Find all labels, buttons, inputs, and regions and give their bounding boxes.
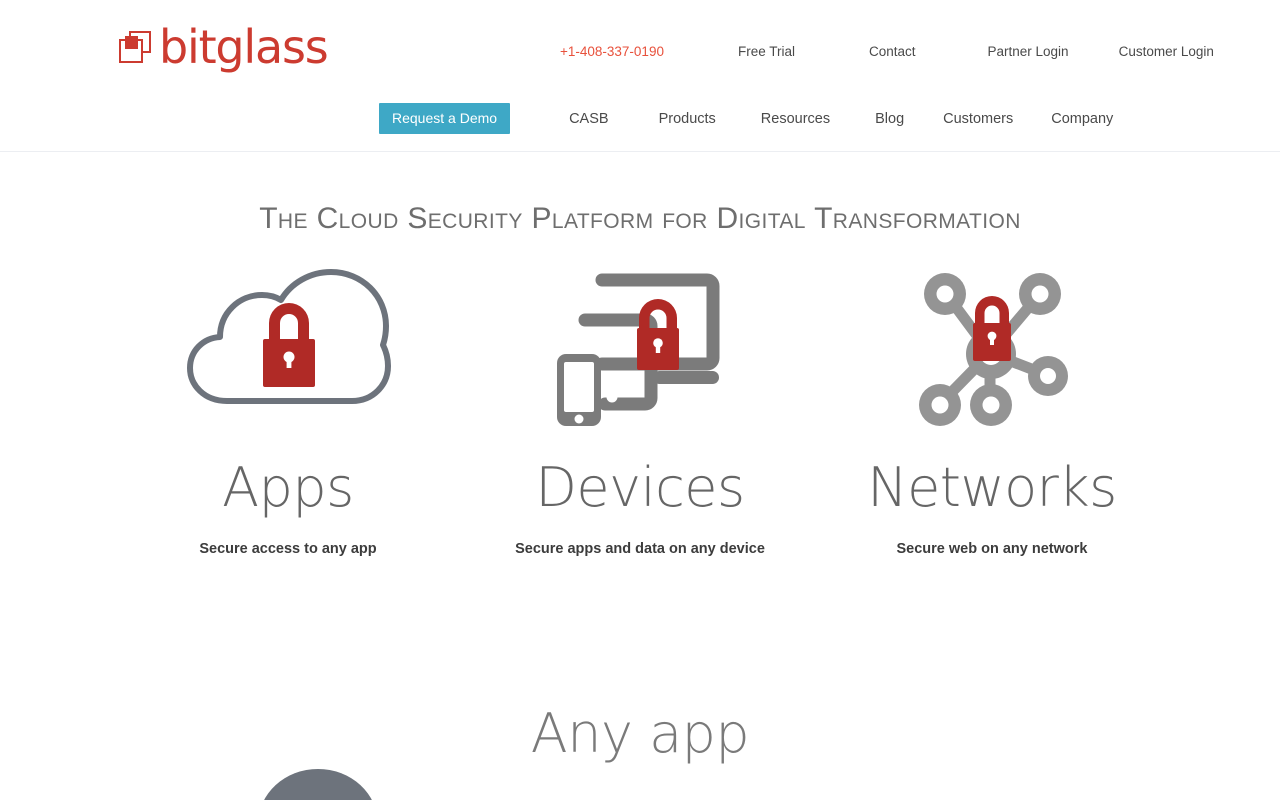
devices-lock-icon	[464, 258, 816, 443]
pillar-caption-networks: Secure web on any network	[896, 541, 1088, 557]
phone-number-link[interactable]: +1-408-337-0190	[560, 44, 664, 59]
pillars-row: Apps Secure access to any app Devices Se…	[0, 258, 1280, 557]
nav-customers[interactable]: Customers	[943, 111, 1013, 127]
utility-navigation: +1-408-337-0190 Free Trial Contact Partn…	[560, 44, 1214, 59]
site-header: bitglass +1-408-337-0190 Free Trial Cont…	[0, 0, 1280, 152]
lock-glyph	[973, 295, 1011, 361]
cloud-outline-partial-icon	[258, 769, 378, 800]
nav-casb[interactable]: CASB	[569, 111, 609, 127]
nav-products[interactable]: Products	[659, 111, 716, 127]
pillar-apps: Apps Secure access to any app	[112, 258, 464, 557]
logo-wordmark: bitglass	[159, 20, 329, 74]
nav-free-trial[interactable]: Free Trial	[738, 44, 795, 59]
pillar-title-apps: Apps	[222, 456, 354, 519]
bitglass-logo-mark-icon	[118, 31, 152, 65]
pillar-title-devices: Devices	[535, 456, 745, 519]
any-app-title: Any app	[530, 702, 750, 765]
main-navigation: Request a Demo CASB Products Resources B…	[379, 103, 1113, 134]
cloud-lock-icon	[112, 258, 464, 443]
nav-contact[interactable]: Contact	[869, 44, 916, 59]
pillar-devices: Devices Secure apps and data on any devi…	[464, 258, 816, 557]
page-title: The Cloud Security Platform for Digital …	[259, 202, 1021, 235]
lock-glyph	[637, 299, 679, 370]
network-lock-icon	[816, 258, 1168, 443]
pillar-caption-devices: Secure apps and data on any device	[515, 541, 765, 557]
pillar-networks: Networks Secure web on any network	[816, 258, 1168, 557]
request-a-demo-button[interactable]: Request a Demo	[379, 103, 511, 134]
nav-blog[interactable]: Blog	[875, 111, 904, 127]
nav-partner-login[interactable]: Partner Login	[988, 44, 1069, 59]
pillar-title-networks: Networks	[867, 456, 1117, 519]
nav-company[interactable]: Company	[1051, 111, 1113, 127]
hero-section: The Cloud Security Platform for Digital …	[0, 152, 1280, 800]
any-app-section: Any app	[0, 702, 1280, 800]
pillar-caption-apps: Secure access to any app	[199, 541, 377, 557]
nav-resources[interactable]: Resources	[761, 111, 830, 127]
nav-customer-login[interactable]: Customer Login	[1119, 44, 1214, 59]
logo-link[interactable]: bitglass	[118, 20, 329, 74]
